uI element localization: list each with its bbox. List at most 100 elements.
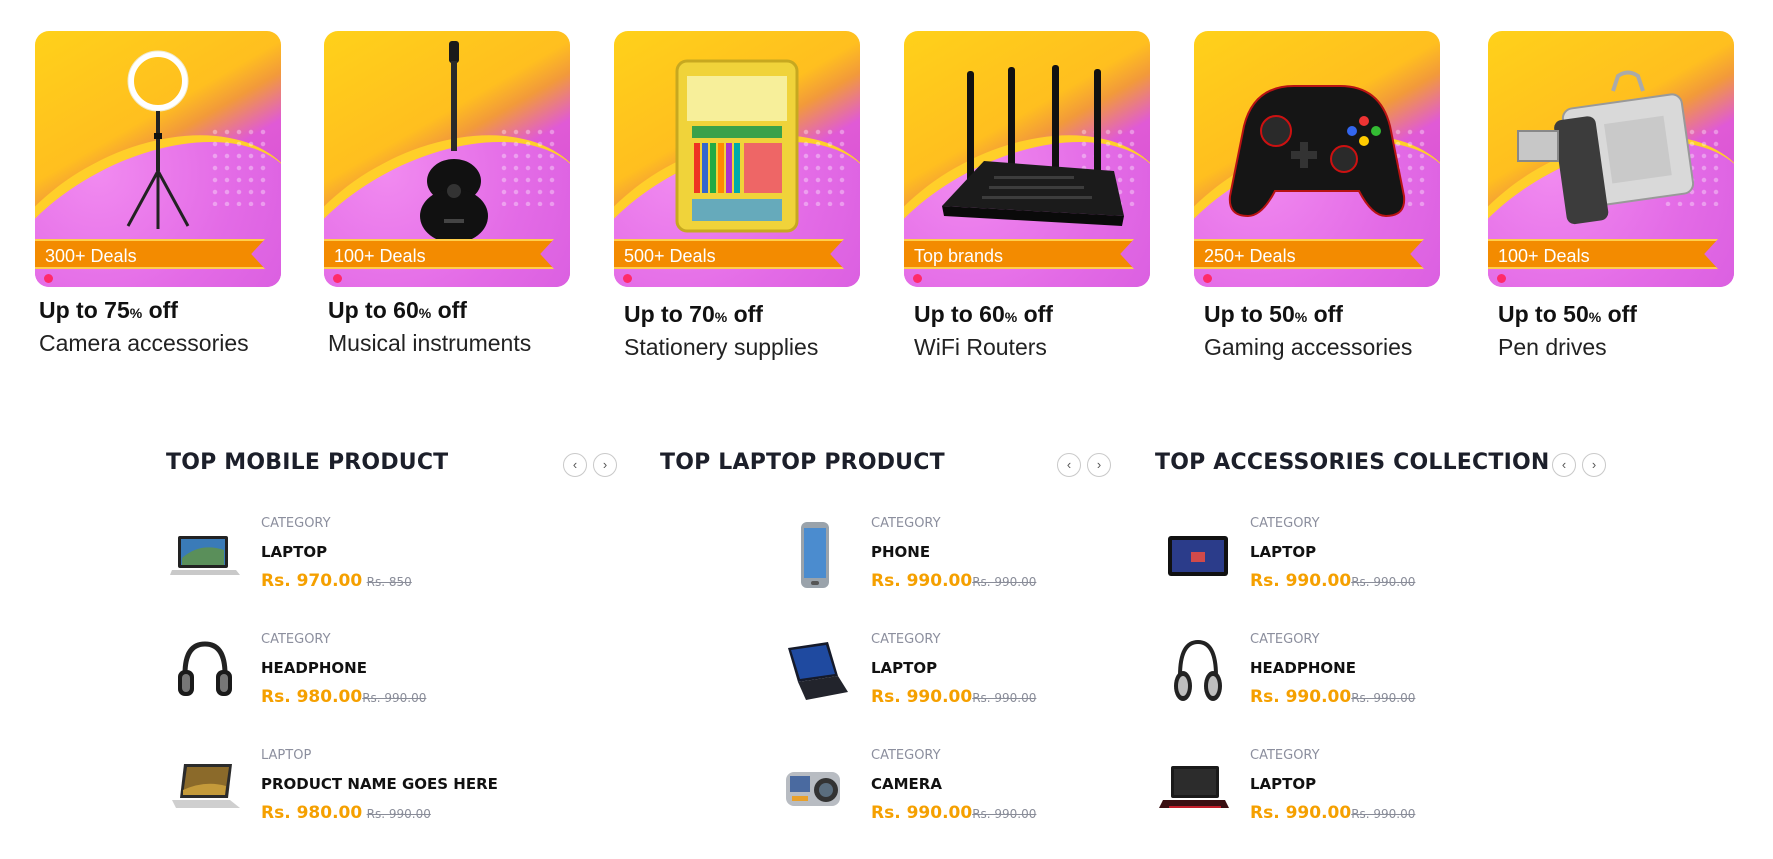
product-item[interactable]: CATEGORY LAPTOP Rs. 990.00Rs. 990.00 <box>1155 748 1575 838</box>
product-name[interactable]: PHONE <box>871 543 1036 561</box>
deal-count-tag: 300+ Deals <box>35 239 265 269</box>
product-item[interactable]: LAPTOP PRODUCT NAME GOES HERE Rs. 980.00… <box>166 748 586 838</box>
product-name[interactable]: LAPTOP <box>261 543 412 561</box>
laptop-icon <box>170 536 240 575</box>
product-name[interactable]: LAPTOP <box>1250 775 1415 793</box>
product-price: Rs. 990.00 <box>871 571 973 591</box>
section-header: TOP MOBILE PRODUCT ‹ › <box>166 450 626 480</box>
section-header: TOP ACCESSORIES COLLECTION ‹ › <box>1155 450 1615 480</box>
product-category: CATEGORY <box>1250 632 1320 647</box>
prev-button[interactable]: ‹ <box>1057 453 1081 477</box>
deal-image[interactable]: 100+ Deals <box>324 31 570 287</box>
product-price: Rs. 980.00 <box>261 803 363 823</box>
gamepad-icon <box>1228 85 1406 218</box>
ring-light-icon <box>126 50 190 229</box>
next-button[interactable]: › <box>1582 453 1606 477</box>
guitar-icon <box>420 41 488 243</box>
product-name[interactable]: CAMERA <box>871 775 1036 793</box>
laptop-icon <box>788 642 848 700</box>
deal-image[interactable]: 100+ Deals <box>1488 31 1734 287</box>
section-title: TOP MOBILE PRODUCT <box>166 450 449 475</box>
product-old-price: Rs. 990.00 <box>1351 691 1416 705</box>
deal-discount: Up to 75% off <box>39 297 178 323</box>
next-button[interactable]: › <box>1087 453 1111 477</box>
section-title: TOP LAPTOP PRODUCT <box>660 450 945 475</box>
product-price: Rs. 990.00 <box>1250 571 1352 591</box>
section-header: TOP LAPTOP PRODUCT ‹ › <box>660 450 1120 480</box>
product-name[interactable]: LAPTOP <box>871 659 1036 677</box>
product-item[interactable]: CATEGORY PHONE Rs. 990.00Rs. 990.00 <box>660 516 1080 606</box>
deal-card-camera-accessories[interactable]: 300+ Deals Up to 75% off Camera accessor… <box>35 31 285 357</box>
product-old-price: Rs. 990.00 <box>972 575 1037 589</box>
deal-category: Gaming accessories <box>1204 334 1413 360</box>
deal-category: Camera accessories <box>39 330 249 356</box>
product-name[interactable]: HEADPHONE <box>261 659 426 677</box>
deal-category: Pen drives <box>1498 334 1607 360</box>
product-category: CATEGORY <box>871 516 941 531</box>
laptop-icon <box>172 764 240 808</box>
product-name[interactable]: LAPTOP <box>1250 543 1415 561</box>
laptop-icon <box>1159 766 1229 808</box>
product-category: CATEGORY <box>261 632 331 647</box>
product-price: Rs. 990.00 <box>871 687 973 707</box>
product-category: CATEGORY <box>1250 748 1320 763</box>
headphone-icon <box>1174 639 1222 701</box>
product-old-price: Rs. 990.00 <box>1351 807 1416 821</box>
deal-image[interactable]: 250+ Deals <box>1194 31 1440 287</box>
product-name[interactable]: HEADPHONE <box>1250 659 1415 677</box>
stationery-kit-icon <box>675 59 799 233</box>
product-item[interactable]: CATEGORY LAPTOP Rs. 990.00Rs. 990.00 <box>660 632 1080 722</box>
deal-image[interactable]: 300+ Deals <box>35 31 281 287</box>
deal-category: WiFi Routers <box>914 334 1047 360</box>
prev-button[interactable]: ‹ <box>563 453 587 477</box>
product-category: CATEGORY <box>871 748 941 763</box>
deal-discount: Up to 60% off <box>328 297 467 323</box>
deal-count-tag: 500+ Deals <box>614 239 844 269</box>
deal-category: Musical instruments <box>328 330 532 356</box>
deal-card-gaming-accessories[interactable]: 250+ Deals Up to 50% off Gaming accessor… <box>1194 31 1444 361</box>
prev-button[interactable]: ‹ <box>1552 453 1576 477</box>
deal-discount: Up to 50% off <box>1498 301 1637 327</box>
product-old-price: Rs. 850 <box>366 575 412 589</box>
product-item[interactable]: CATEGORY CAMERA Rs. 990.00Rs. 990.00 <box>660 748 1080 838</box>
deal-card-musical-instruments[interactable]: 100+ Deals Up to 60% off Musical instrum… <box>324 31 574 357</box>
deal-discount: Up to 50% off <box>1204 301 1343 327</box>
deal-card-wifi-routers[interactable]: Top brands Up to 60% off WiFi Routers <box>904 31 1154 361</box>
product-category: LAPTOP <box>261 748 312 763</box>
product-old-price: Rs. 990.00 <box>1351 575 1416 589</box>
usb-drive-icon <box>1517 70 1695 225</box>
deal-count-tag: 250+ Deals <box>1194 239 1424 269</box>
product-old-price: Rs. 990.00 <box>362 691 427 705</box>
phone-icon <box>801 522 829 588</box>
product-price: Rs. 990.00 <box>871 803 973 823</box>
product-old-price: Rs. 990.00 <box>972 691 1037 705</box>
next-button[interactable]: › <box>593 453 617 477</box>
deal-discount: Up to 70% off <box>624 301 763 327</box>
product-old-price: Rs. 990.00 <box>366 807 431 821</box>
product-category: CATEGORY <box>1250 516 1320 531</box>
deal-image[interactable]: 500+ Deals <box>614 31 860 287</box>
product-price: Rs. 990.00 <box>1250 687 1352 707</box>
product-price: Rs. 980.00 <box>261 687 363 707</box>
product-item[interactable]: CATEGORY HEADPHONE Rs. 990.00Rs. 990.00 <box>1155 632 1575 722</box>
deal-discount: Up to 60% off <box>914 301 1053 327</box>
product-name[interactable]: PRODUCT NAME GOES HERE <box>261 775 498 793</box>
section-title: TOP ACCESSORIES COLLECTION <box>1155 450 1550 475</box>
product-category: CATEGORY <box>261 516 331 531</box>
deal-count-tag: 100+ Deals <box>1488 239 1718 269</box>
deal-category: Stationery supplies <box>624 334 819 360</box>
deal-tiles: 300+ Deals Up to 75% off Camera accessor… <box>0 0 1773 360</box>
deal-image[interactable]: Top brands <box>904 31 1150 287</box>
deal-card-stationery-supplies[interactable]: 500+ Deals Up to 70% off Stationery supp… <box>614 31 864 361</box>
product-old-price: Rs. 990.00 <box>972 807 1037 821</box>
product-item[interactable]: CATEGORY LAPTOP Rs. 970.00 Rs. 850 <box>166 516 586 606</box>
camera-icon <box>786 772 840 806</box>
product-price: Rs. 990.00 <box>1250 803 1352 823</box>
product-price: Rs. 970.00 <box>261 571 363 591</box>
product-category: CATEGORY <box>871 632 941 647</box>
product-item[interactable]: CATEGORY LAPTOP Rs. 990.00Rs. 990.00 <box>1155 516 1575 606</box>
tablet-icon <box>1168 536 1228 576</box>
product-item[interactable]: CATEGORY HEADPHONE Rs. 980.00Rs. 990.00 <box>166 632 586 722</box>
deal-card-pen-drives[interactable]: 100+ Deals Up to 50% off Pen drives <box>1488 31 1738 361</box>
router-icon <box>942 65 1124 226</box>
